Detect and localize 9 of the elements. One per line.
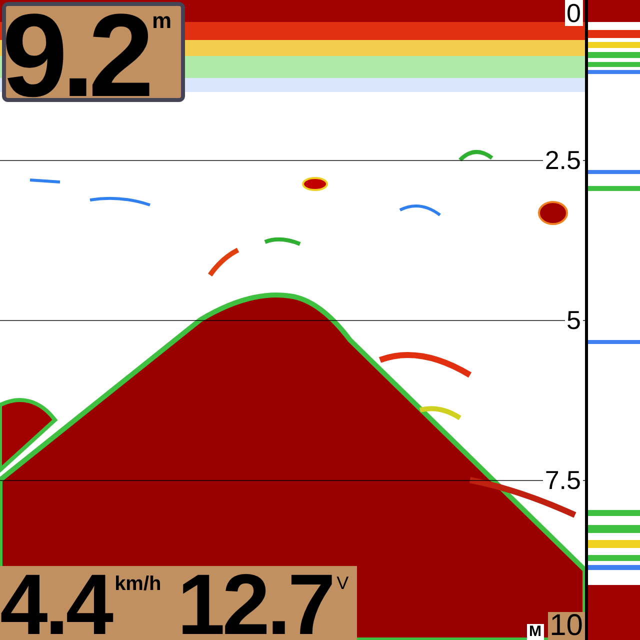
depth-scale-label: 0 [564,0,583,26]
depth-unit: m [152,10,172,32]
voltage-reading: 12.7 [177,566,333,640]
speed-unit: km/h [114,574,162,594]
depth-reading: 9.2 [6,6,148,98]
voltage-unit: V [336,574,349,592]
depth-scale-label: 10 [548,612,585,640]
speed-reading: 4.4 [0,566,111,640]
range-mode-badge: M [527,624,544,640]
